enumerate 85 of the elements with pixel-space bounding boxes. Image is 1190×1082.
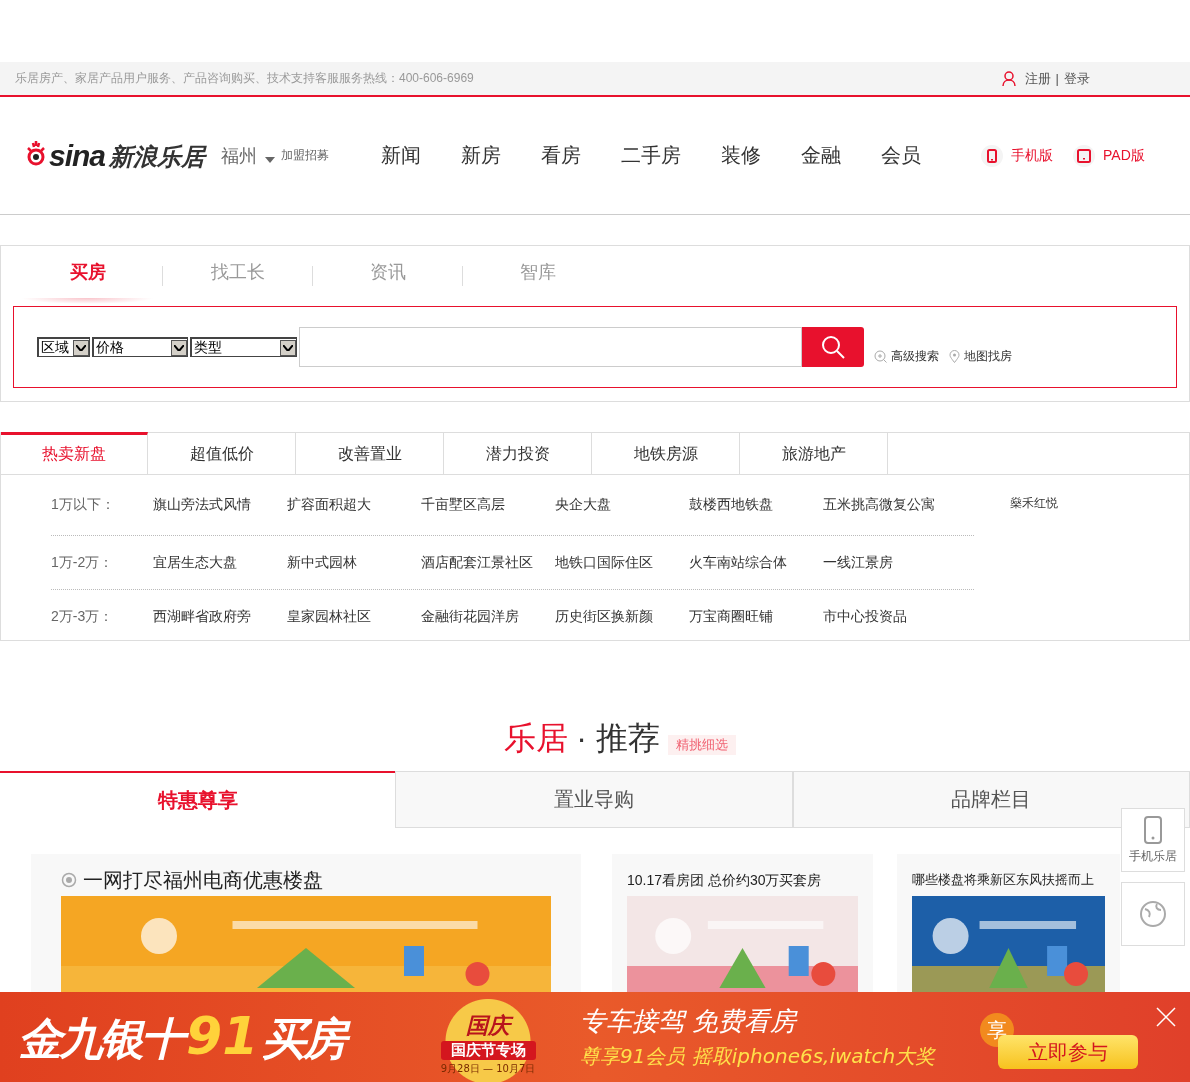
card-title[interactable]: 10.17看房团 总价约30万买套房: [627, 866, 873, 894]
category-tab[interactable]: 改善置业: [296, 433, 444, 474]
nav-link[interactable]: 看房: [541, 142, 582, 169]
join-button[interactable]: 立即参与: [998, 1035, 1138, 1069]
property-link[interactable]: 新中式园林: [287, 553, 421, 572]
side-widget[interactable]: [1121, 882, 1185, 946]
caret-down-icon: [76, 344, 86, 351]
property-link[interactable]: 五米挑高微复公寓: [823, 496, 957, 514]
search-button[interactable]: [802, 327, 864, 367]
logo-title: 新浪乐居: [109, 141, 206, 173]
article-card[interactable]: 10.17看房团 总价约30万买套房: [612, 854, 873, 992]
filter-select[interactable]: 类型: [190, 337, 297, 357]
target-icon: [61, 872, 77, 888]
mobile-app-widget[interactable]: 手机乐居: [1121, 808, 1185, 872]
property-link[interactable]: 燊禾红悦: [1010, 495, 1058, 643]
recommend-tab[interactable]: 品牌栏目: [792, 771, 1190, 828]
search-link[interactable]: 地图找房: [949, 348, 1012, 365]
caret-down-icon: [283, 344, 293, 351]
close-icon[interactable]: [1156, 1007, 1176, 1027]
category-tab[interactable]: 热卖新盘: [1, 432, 148, 474]
nav-link[interactable]: 装修: [721, 142, 762, 169]
nav-link[interactable]: 新闻: [381, 142, 422, 169]
search-tab[interactable]: 买房: [13, 246, 162, 306]
article-card[interactable]: 一网打尽福州电商优惠楼盘: [31, 854, 581, 992]
nav-link[interactable]: 二手房: [621, 142, 682, 169]
property-link[interactable]: 历史街区换新颜: [555, 607, 689, 626]
nav-link[interactable]: 会员: [881, 142, 922, 169]
section-title: 乐居: [504, 719, 569, 758]
app-link[interactable]: 手机版: [981, 144, 1054, 167]
category-tab[interactable]: 旅游地产: [740, 433, 888, 474]
category-tab[interactable]: 超值低价: [148, 433, 296, 474]
separator-text: |: [1055, 71, 1059, 86]
filter-select[interactable]: 价格: [92, 337, 188, 357]
card-title[interactable]: 一网打尽福州电商优惠楼盘: [83, 866, 323, 894]
promo-subline: 尊享91会员 摇取iphone6s,iwatch大奖: [580, 1043, 937, 1070]
property-link[interactable]: 万宝商圈旺铺: [689, 607, 823, 626]
promo-slogan: 金九银十91 买房: [18, 1005, 418, 1069]
price-range-label: 1万-2万：: [51, 553, 115, 572]
property-link[interactable]: 西湖畔省政府旁: [153, 607, 287, 626]
promo-banner[interactable]: 金九银十91 买房 国庆 国庆节专场 9月28日 — 10月7日 专车接驾 免费看房 尊享91会员 摇取iphone6s,iwatch大奖 享 立即参与: [0, 992, 1190, 1082]
tablet-icon: [1073, 144, 1096, 167]
register-link[interactable]: 注册: [1024, 69, 1051, 88]
join-link[interactable]: 加盟招募: [281, 147, 330, 164]
property-link[interactable]: 一线江景房: [823, 553, 957, 572]
property-link[interactable]: 火车南站综合体: [689, 553, 823, 572]
phone-icon: [981, 144, 1004, 167]
recommend-tab[interactable]: 置业导购: [395, 771, 793, 828]
user-icon: [1001, 70, 1016, 87]
property-link[interactable]: 千亩墅区高层: [421, 496, 555, 514]
property-link[interactable]: 宜居生态大盘: [153, 553, 287, 572]
login-link[interactable]: 登录: [1064, 69, 1090, 88]
category-tab[interactable]: 潜力投资: [444, 433, 592, 474]
search-field[interactable]: [299, 327, 802, 367]
nav-link[interactable]: 新房: [461, 142, 502, 169]
caret-down-icon: [174, 344, 184, 351]
section-title: · 推荐: [576, 719, 660, 758]
price-range-label: 1万以下：: [51, 496, 116, 514]
property-link[interactable]: 市中心投资品: [823, 607, 957, 626]
category-tab[interactable]: 地铁房源: [592, 433, 740, 474]
section-badge: 精挑细选: [667, 735, 736, 755]
globe-icon: [1139, 900, 1167, 928]
property-link[interactable]: 地铁口国际住区: [555, 553, 689, 572]
price-range-label: 2万-3万：: [51, 607, 115, 626]
property-link[interactable]: 央企大盘: [555, 496, 689, 514]
zoom-in-icon: [874, 350, 887, 363]
map-pin-icon: [949, 350, 960, 363]
property-link[interactable]: 鼓楼西地铁盘: [689, 496, 823, 514]
filter-select[interactable]: 区域: [37, 337, 90, 357]
hotline-text: 乐居房产、家居产品用户服务、产品咨询购买、技术支持客服服务热线：400-606-6969: [15, 70, 474, 87]
phone-icon: [1144, 815, 1162, 844]
promo-headline: 专车接驾 免费看房: [580, 1005, 799, 1038]
app-link[interactable]: PAD版: [1073, 144, 1145, 167]
logo-text: sina: [49, 138, 106, 173]
property-link[interactable]: 旗山旁法式风情: [153, 496, 287, 514]
city-selector[interactable]: 福州: [221, 143, 258, 168]
caret-down-icon: [265, 156, 276, 163]
nav-link[interactable]: 金融: [801, 142, 842, 169]
article-card[interactable]: 哪些楼盘将乘新区东风扶摇而上: [897, 854, 1120, 992]
property-link[interactable]: 皇家园林社区: [287, 607, 421, 626]
property-link[interactable]: 扩容面积超大: [287, 496, 421, 514]
property-link[interactable]: 酒店配套江景社区: [421, 553, 555, 572]
search-icon: [821, 335, 845, 359]
search-link[interactable]: 高级搜索: [874, 348, 939, 365]
card-title[interactable]: 哪些楼盘将乘新区东风扶摇而上: [912, 866, 1120, 894]
property-link[interactable]: 金融街花园洋房: [421, 607, 555, 626]
